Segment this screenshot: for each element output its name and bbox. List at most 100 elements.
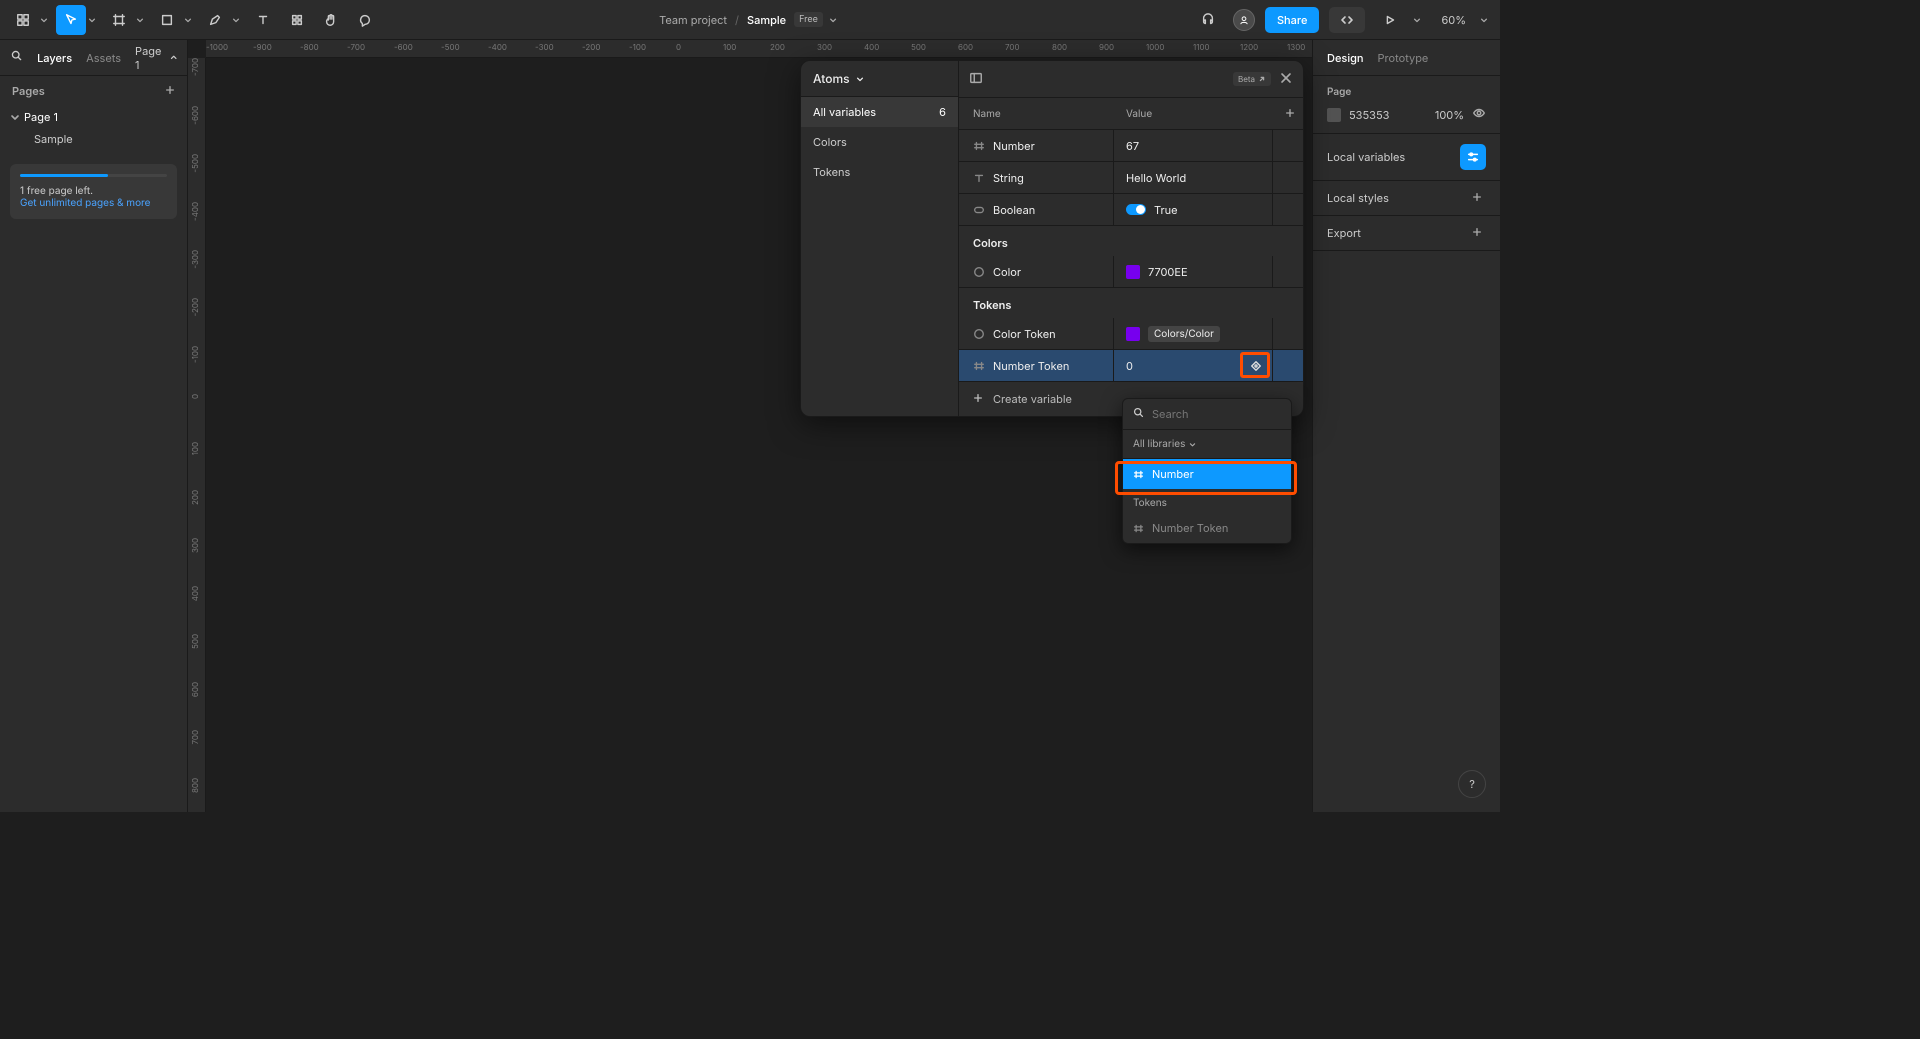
picker-option-label: Number Token [1152, 521, 1228, 535]
pen-tool-button[interactable] [200, 5, 230, 35]
variable-row[interactable]: Color 7700EE [959, 256, 1303, 288]
chevron-down-icon[interactable] [829, 16, 837, 24]
color-swatch [1126, 327, 1140, 341]
color-swatch[interactable] [1126, 265, 1140, 279]
add-page-button[interactable] [165, 84, 175, 98]
help-button[interactable]: ? [1458, 770, 1486, 798]
page-item[interactable]: Page 1 [0, 106, 187, 128]
plan-badge: Free [794, 12, 823, 27]
picker-option-number[interactable]: Number [1123, 459, 1291, 489]
background-swatch[interactable] [1327, 108, 1341, 122]
variable-value[interactable]: 0 [1126, 359, 1133, 373]
variable-value[interactable]: Hello World [1126, 171, 1186, 185]
picker-option-number-token[interactable]: Number Token [1123, 513, 1291, 543]
group-header-colors: Colors [959, 226, 1303, 256]
variable-row[interactable]: String Hello World [959, 162, 1303, 194]
collection-dropdown[interactable]: Atoms [801, 61, 958, 97]
user-avatar[interactable] [1233, 9, 1255, 31]
vertical-ruler: -700-600-500-400-300-200-100010020030040… [188, 58, 206, 812]
variable-value[interactable]: 67 [1126, 139, 1139, 153]
variable-name: String [993, 171, 1024, 185]
share-button[interactable]: Share [1265, 7, 1319, 33]
boolean-toggle[interactable] [1126, 204, 1146, 215]
present-button[interactable] [1375, 5, 1405, 35]
promo-text: 1 free page left. [20, 185, 167, 197]
variable-row-selected[interactable]: Number Token 0 [959, 350, 1303, 382]
breadcrumb-separator: / [735, 13, 739, 27]
export-label: Export [1327, 226, 1361, 240]
column-header-name: Name [959, 108, 1114, 120]
upgrade-promo[interactable]: 1 free page left. Get unlimited pages & … [10, 164, 177, 219]
libraries-dropdown[interactable]: All libraries [1123, 430, 1291, 459]
picker-search-input[interactable] [1152, 407, 1323, 421]
apply-variable-button[interactable] [1246, 356, 1266, 376]
string-type-icon [973, 172, 985, 184]
chevron-down-icon[interactable] [184, 16, 192, 24]
add-mode-button[interactable] [1285, 107, 1295, 121]
search-icon[interactable] [10, 49, 23, 65]
move-tool-button[interactable] [56, 5, 86, 35]
visibility-icon[interactable] [1472, 106, 1486, 123]
frame-tool-button[interactable] [104, 5, 134, 35]
promo-link[interactable]: Get unlimited pages & more [20, 197, 167, 209]
collection-group-all[interactable]: All variables 6 [801, 97, 958, 127]
chevron-down-icon[interactable] [1413, 16, 1421, 24]
close-button[interactable] [1279, 71, 1293, 88]
boolean-type-icon [973, 204, 985, 216]
background-opacity[interactable]: 100% [1435, 108, 1464, 122]
plus-icon [973, 392, 985, 406]
pages-header: Pages [12, 84, 45, 98]
text-tool-button[interactable] [248, 5, 278, 35]
assets-tab[interactable]: Assets [86, 51, 121, 65]
variable-name: Number [993, 139, 1035, 153]
beta-badge: Beta [1233, 72, 1271, 86]
picker-option-label: Number [1152, 467, 1194, 481]
prototype-tab[interactable]: Prototype [1378, 51, 1429, 65]
background-hex[interactable]: 535353 [1349, 108, 1427, 122]
add-style-button[interactable] [1472, 191, 1486, 205]
collection-name: Atoms [813, 71, 850, 86]
variable-picker: All libraries Number Tokens Number Token [1122, 398, 1292, 544]
project-name[interactable]: Team project [659, 13, 727, 27]
dev-mode-toggle[interactable] [1329, 7, 1365, 33]
comment-tool-button[interactable] [350, 5, 380, 35]
variable-name: Color Token [993, 327, 1056, 341]
variable-row[interactable]: Color Token Colors/Color [959, 318, 1303, 350]
file-name[interactable]: Sample [747, 13, 786, 27]
picker-group-tokens: Tokens [1123, 489, 1291, 513]
number-type-icon [973, 360, 985, 372]
audio-button[interactable] [1193, 5, 1223, 35]
chevron-down-icon [10, 112, 20, 122]
variable-row[interactable]: Boolean True [959, 194, 1303, 226]
resources-button[interactable] [282, 5, 312, 35]
shape-tool-button[interactable] [152, 5, 182, 35]
variable-name: Boolean [993, 203, 1035, 217]
chevron-down-icon[interactable] [136, 16, 144, 24]
collection-group-tokens[interactable]: Tokens [801, 157, 958, 187]
group-label: All variables [813, 105, 876, 119]
page-name: Page 1 [24, 110, 58, 124]
chevron-down-icon[interactable] [88, 16, 96, 24]
zoom-level[interactable]: 60% [1435, 13, 1472, 27]
variables-modal: Atoms All variables 6 Colors Tokens Beta… [800, 60, 1304, 417]
chevron-down-icon[interactable] [232, 16, 240, 24]
variable-value[interactable]: 7700EE [1148, 265, 1188, 279]
color-type-icon [973, 328, 985, 340]
number-type-icon [973, 140, 985, 152]
sidebar-toggle-icon[interactable] [969, 71, 983, 88]
layer-item[interactable]: Sample [0, 128, 187, 150]
add-export-button[interactable] [1472, 226, 1486, 240]
chevron-down-icon[interactable] [1480, 16, 1488, 24]
page-selector[interactable]: Page 1 [135, 44, 177, 72]
alias-pill[interactable]: Colors/Color [1148, 326, 1220, 342]
variable-row[interactable]: Number 67 [959, 130, 1303, 162]
layers-tab[interactable]: Layers [37, 51, 72, 65]
main-menu-button[interactable] [8, 5, 38, 35]
collection-group-colors[interactable]: Colors [801, 127, 958, 157]
search-icon [1133, 407, 1144, 421]
design-tab[interactable]: Design [1327, 51, 1364, 65]
hand-tool-button[interactable] [316, 5, 346, 35]
open-variables-button[interactable] [1460, 144, 1486, 170]
group-header-tokens: Tokens [959, 288, 1303, 318]
chevron-down-icon[interactable] [40, 16, 48, 24]
